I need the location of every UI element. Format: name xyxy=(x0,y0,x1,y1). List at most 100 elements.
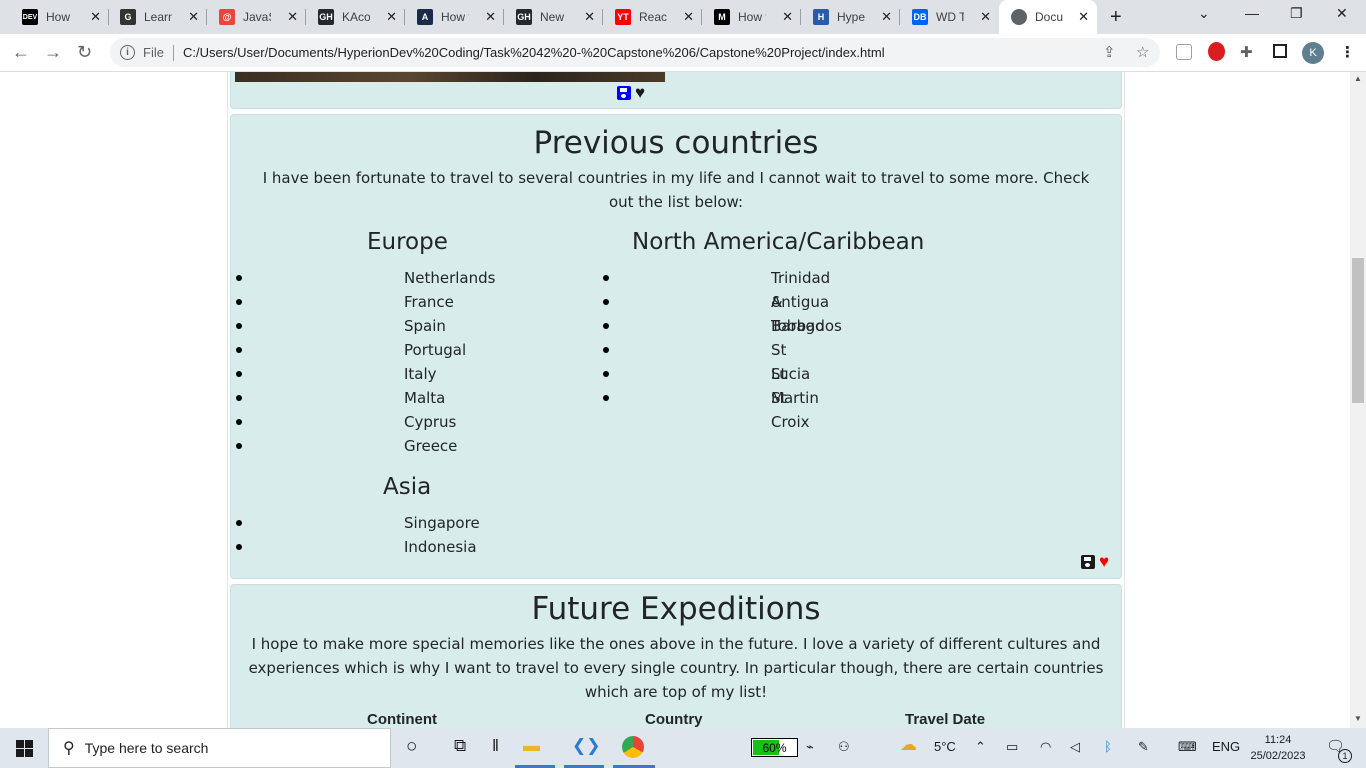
back-button[interactable]: ← xyxy=(12,42,30,63)
tab-favicon-icon: DEV xyxy=(22,9,38,25)
tab-close-icon[interactable]: ✕ xyxy=(881,9,892,25)
weather-temp[interactable]: 5°C xyxy=(934,739,956,754)
people-icon[interactable]: ⚇ xyxy=(838,739,850,755)
system-clock[interactable]: 11:24 25/02/2023 xyxy=(1246,732,1310,764)
browser-tab[interactable]: GH New F ✕ xyxy=(504,0,603,34)
battery-indicator[interactable]: 60% xyxy=(751,738,798,757)
scrollbar-thumb[interactable] xyxy=(1352,258,1364,403)
tab-close-icon[interactable]: ✕ xyxy=(683,9,694,25)
browser-tab[interactable]: Docum ✕ xyxy=(999,0,1097,34)
address-bar[interactable]: i File C:/Users/User/Documents/HyperionD… xyxy=(110,38,1160,67)
url-text[interactable]: C:/Users/User/Documents/HyperionDev%20Co… xyxy=(183,45,885,60)
weather-icon[interactable]: ☁ xyxy=(900,735,917,755)
clock-date: 25/02/2023 xyxy=(1250,750,1306,762)
wifi-icon[interactable]: ◠ xyxy=(1040,739,1051,755)
clock-time: 11:24 xyxy=(1264,734,1292,746)
restore-button[interactable]: ❐ xyxy=(1290,5,1303,22)
card-actions: ♥ xyxy=(617,84,645,101)
pen-icon[interactable]: ✎ xyxy=(1138,739,1149,755)
bluetooth-icon[interactable]: ᛒ xyxy=(1104,739,1112,754)
scroll-up-arrow-icon[interactable]: ▲ xyxy=(1354,74,1362,83)
plug-icon: ⌁ xyxy=(806,739,814,754)
tab-favicon-icon: GH xyxy=(516,9,532,25)
table-header-country: Country xyxy=(645,711,703,728)
vscode-icon[interactable]: ❮❯ xyxy=(572,736,601,756)
tab-favicon-icon: GH xyxy=(318,9,334,25)
tab-title: WD T4 xyxy=(936,10,964,24)
scroll-down-arrow-icon[interactable]: ▼ xyxy=(1354,714,1362,723)
content-container: ♥ Previous countries I have been fortuna… xyxy=(227,72,1125,728)
chrome-icon[interactable] xyxy=(622,736,644,758)
section-title: Previous countries xyxy=(533,125,819,161)
card-actions: ♥ xyxy=(1081,553,1109,570)
tab-title: Hyperi xyxy=(837,10,865,24)
tab-title: JavaSc xyxy=(243,10,271,24)
tab-close-icon[interactable]: ✕ xyxy=(386,9,397,25)
forward-button[interactable]: → xyxy=(44,42,62,63)
profile-avatar[interactable]: K xyxy=(1302,42,1324,64)
taskbar-search-box[interactable]: ⚲ Type here to search xyxy=(48,728,391,768)
tab-favicon-icon: @ xyxy=(219,9,235,25)
menu-kebab-icon[interactable]: ⋮ xyxy=(1340,43,1355,61)
tab-title: New F xyxy=(540,10,568,24)
side-panel-icon[interactable] xyxy=(1273,44,1287,58)
tab-favicon-icon: DB xyxy=(912,9,928,25)
battery-tray-icon[interactable]: ▭ xyxy=(1006,739,1018,755)
tab-title: React xyxy=(639,10,667,24)
close-window-button[interactable]: ✕ xyxy=(1336,5,1348,22)
new-tab-button[interactable]: + xyxy=(1110,6,1122,29)
tab-close-icon[interactable]: ✕ xyxy=(782,9,793,25)
file-label: File xyxy=(143,45,164,60)
tab-close-icon[interactable]: ✕ xyxy=(584,9,595,25)
browser-tab[interactable]: GH KAcod ✕ xyxy=(306,0,405,34)
tab-favicon-icon xyxy=(1011,9,1027,25)
browser-tab[interactable]: @ JavaSc ✕ xyxy=(207,0,306,34)
tab-close-icon[interactable]: ✕ xyxy=(287,9,298,25)
extension-adblock-icon[interactable] xyxy=(1208,42,1225,61)
cortana-icon[interactable]: ○ xyxy=(406,736,417,758)
show-hidden-icons-chevron-icon[interactable]: ⌃ xyxy=(975,739,986,755)
table-header-travel-date: Travel Date xyxy=(905,711,986,728)
browser-tab[interactable]: M How to ✕ xyxy=(702,0,801,34)
task-view-icon[interactable]: ⧉ xyxy=(454,736,466,756)
browser-tab[interactable]: YT React ✕ xyxy=(603,0,702,34)
tab-close-icon[interactable]: ✕ xyxy=(1078,9,1089,25)
tab-close-icon[interactable]: ✕ xyxy=(188,9,199,25)
bookmark-star-icon[interactable]: ☆ xyxy=(1136,43,1149,61)
section-intro: I hope to make more special memories lik… xyxy=(248,635,1104,701)
tab-title: KAcod xyxy=(342,10,370,24)
browser-tab[interactable]: G Learn J ✕ xyxy=(108,0,207,34)
tab-favicon-icon: YT xyxy=(615,9,631,25)
divider-icon: ‖ xyxy=(492,736,500,755)
table-header-continent: Continent xyxy=(367,711,437,728)
tab-close-icon[interactable]: ✕ xyxy=(980,9,991,25)
info-icon[interactable]: i xyxy=(120,45,135,60)
volume-icon[interactable]: ◁ xyxy=(1070,739,1080,755)
tab-title: How to xyxy=(738,10,766,24)
heart-icon[interactable]: ♥ xyxy=(635,84,645,101)
browser-tab[interactable]: DB WD T4 ✕ xyxy=(900,0,999,34)
touch-keyboard-icon[interactable]: ⌨ xyxy=(1178,739,1197,755)
extension-reader-icon[interactable] xyxy=(1176,44,1192,60)
tab-favicon-icon: M xyxy=(714,9,730,25)
language-indicator[interactable]: ENG xyxy=(1212,739,1240,754)
browser-tab[interactable]: A How to ✕ xyxy=(405,0,504,34)
windows-start-icon[interactable] xyxy=(16,740,33,757)
browser-tab[interactable]: DEV How C ✕ xyxy=(10,0,109,34)
reload-button[interactable]: ↻ xyxy=(77,42,92,63)
save-icon[interactable] xyxy=(617,86,631,100)
file-explorer-icon[interactable]: ▬ xyxy=(523,736,540,756)
tab-close-icon[interactable]: ✕ xyxy=(485,9,496,25)
tab-close-icon[interactable]: ✕ xyxy=(90,9,101,25)
tab-strip: DEV How C ✕ G Learn J ✕ @ JavaSc ✕ GH KAcod ✕ A How t… xyxy=(0,0,1366,34)
save-icon[interactable] xyxy=(1081,555,1095,569)
browser-tab[interactable]: H Hyperi ✕ xyxy=(801,0,900,34)
tab-search-chevron-icon[interactable]: ⌄ xyxy=(1198,5,1210,22)
omnibox-divider xyxy=(172,44,174,61)
tab-title: How to xyxy=(441,10,469,24)
heart-icon[interactable]: ♥ xyxy=(1099,553,1109,570)
extensions-puzzle-icon[interactable]: ✚ xyxy=(1240,43,1253,61)
travel-photo xyxy=(235,72,665,82)
share-icon[interactable]: ⇪ xyxy=(1103,43,1116,61)
minimize-button[interactable]: — xyxy=(1245,5,1259,21)
